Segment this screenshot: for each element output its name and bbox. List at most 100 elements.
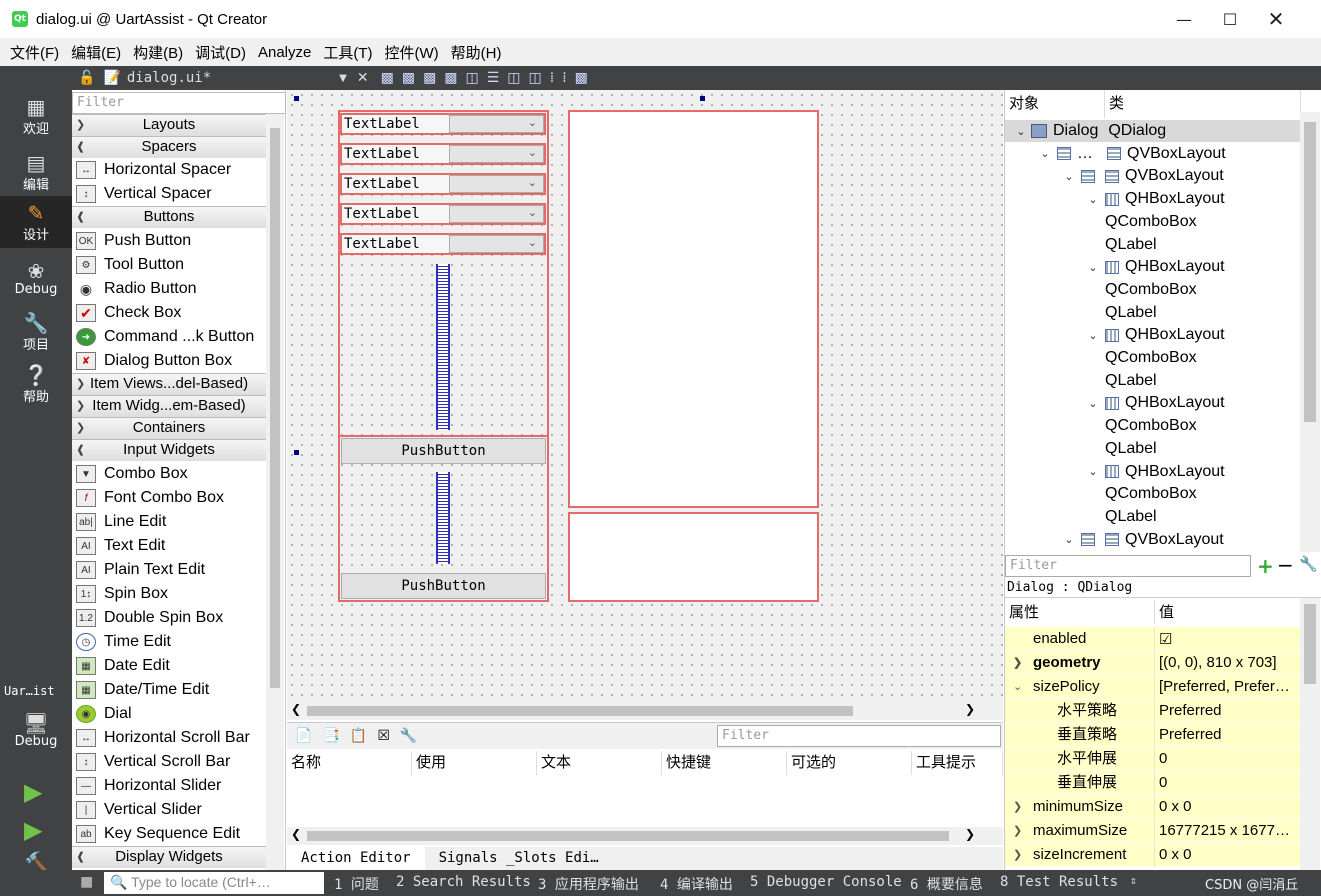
maximize-icon[interactable]: ☐	[1207, 0, 1253, 38]
widget-spin-box[interactable]: 1↕ Spin Box	[72, 582, 266, 606]
action-filter-input[interactable]: Filter	[717, 725, 1001, 747]
toggle-sidebar-icon[interactable]: ■	[80, 874, 93, 890]
output-pane-general[interactable]: 6 概要信息	[910, 874, 983, 894]
widget-text-edit[interactable]: AI Text Edit	[72, 534, 266, 558]
object-tree-row[interactable]: ⌄ … QVBoxLayout	[1005, 143, 1301, 165]
widget-command-link-button[interactable]: ➜ Command ...k Button	[72, 325, 266, 349]
configure-wrench-icon[interactable]: 🔧	[1299, 555, 1318, 573]
menu-file[interactable]: 文件(F)	[4, 42, 65, 63]
output-pane-tests[interactable]: 8 Test Results	[1000, 874, 1118, 890]
property-value[interactable]: 0 x 0	[1155, 846, 1301, 863]
chevron-down-icon[interactable]: ⌄	[1013, 125, 1029, 138]
widget-tool-button[interactable]: ⚙ Tool Button	[72, 253, 266, 277]
kit-selector[interactable]: 🖥 Debug	[0, 702, 72, 758]
text-browser[interactable]	[568, 110, 819, 508]
chevron-down-icon[interactable]: ⌄	[1037, 147, 1053, 160]
object-tree-row[interactable]: QLabel	[1005, 506, 1301, 528]
open-document-name[interactable]: dialog.ui*	[127, 70, 211, 86]
category-layouts[interactable]: ❯ Layouts	[72, 114, 266, 136]
combo-box[interactable]: ⌄	[448, 235, 544, 253]
add-property-icon[interactable]: +	[1257, 554, 1274, 578]
property-filter-input[interactable]: Filter	[1005, 555, 1251, 577]
category-item-widgets[interactable]: ❯ Item Widg...em-Based)	[72, 395, 266, 417]
widget-vertical-spacer[interactable]: ↕ Vertical Spacer	[72, 182, 266, 206]
menu-help[interactable]: 帮助(H)	[445, 42, 508, 63]
column-header-tooltip[interactable]: 工具提示	[912, 751, 1003, 775]
run-icon[interactable]: ▶	[24, 778, 42, 806]
property-row[interactable]: 水平伸展 0	[1005, 746, 1301, 771]
property-row[interactable]: ❯ minimumSize 0 x 0	[1005, 794, 1301, 819]
property-value[interactable]: 0	[1155, 774, 1301, 791]
mode-debug[interactable]: ❀ Debug	[0, 252, 72, 304]
property-value[interactable]: Preferred	[1155, 702, 1301, 719]
object-tree-row[interactable]: ⌄ QHBoxLayout	[1005, 324, 1301, 346]
chevron-right-icon[interactable]: ❯	[1013, 819, 1022, 843]
property-value[interactable]: 0 x 0	[1155, 798, 1301, 815]
object-tree-row[interactable]: ⌄ Dialog QDialog	[1005, 120, 1301, 142]
property-value[interactable]: [Preferred, Prefer…	[1155, 678, 1301, 695]
label-combo-row[interactable]: TextLabel ⌄	[340, 143, 546, 165]
mode-help[interactable]: ❔ 帮助	[0, 358, 72, 410]
object-tree-row[interactable]: QLabel	[1005, 438, 1301, 460]
column-header-checkable[interactable]: 可选的	[787, 751, 912, 775]
new-action-icon[interactable]: 📄	[295, 728, 312, 744]
object-tree-row[interactable]: QLabel	[1005, 234, 1301, 256]
property-row[interactable]: 水平策略 Preferred	[1005, 698, 1301, 723]
action-hscrollbar[interactable]: ❮ ❯	[287, 827, 1003, 845]
combo-box[interactable]: ⌄	[448, 175, 544, 193]
menu-analyze[interactable]: Analyze	[252, 44, 317, 61]
mode-design[interactable]: ✎ 设计	[0, 196, 72, 248]
chevron-down-icon[interactable]: ⌄	[1085, 465, 1101, 478]
scrollbar-thumb[interactable]	[307, 706, 853, 716]
push-button[interactable]: PushButton	[341, 573, 546, 599]
label-combo-row[interactable]: TextLabel ⌄	[340, 233, 546, 255]
push-button[interactable]: PushButton	[341, 438, 546, 464]
widget-box-scrollbar[interactable]	[266, 114, 284, 870]
delete-action-icon[interactable]: ☒	[377, 728, 390, 744]
scrollbar-thumb[interactable]	[307, 831, 949, 841]
widget-date-edit[interactable]: ▦ Date Edit	[72, 654, 266, 678]
object-tree-row[interactable]: QLabel	[1005, 302, 1301, 324]
category-item-views[interactable]: ❯ Item Views...del-Based)	[72, 373, 266, 395]
widget-push-button[interactable]: OK Push Button	[72, 229, 266, 253]
label-combo-row[interactable]: TextLabel ⌄	[340, 173, 546, 195]
object-tree-row[interactable]: ⌄ QVBoxLayout	[1005, 165, 1301, 187]
widget-time-edit[interactable]: ◷ Time Edit	[72, 630, 266, 654]
minimize-icon[interactable]: —	[1161, 0, 1207, 38]
object-tree-row[interactable]: QComboBox	[1005, 483, 1301, 505]
label-combo-row[interactable]: TextLabel ⌄	[340, 113, 546, 135]
chevron-left-icon[interactable]: ❮	[291, 827, 301, 841]
property-value[interactable]: ☑	[1155, 630, 1301, 648]
menu-debug[interactable]: 调试(D)	[189, 42, 252, 63]
chevron-down-icon[interactable]: ⌄	[1085, 261, 1101, 274]
category-input-widgets[interactable]: ❰ Input Widgets	[72, 439, 266, 461]
combo-box[interactable]: ⌄	[448, 115, 544, 133]
output-pane-search[interactable]: 2 Search Results	[396, 874, 531, 890]
column-header-used[interactable]: 使用	[412, 751, 537, 775]
output-pane-compile[interactable]: 4 编译输出	[660, 874, 733, 894]
scrollbar-thumb[interactable]	[1304, 122, 1316, 422]
widget-key-sequence-edit[interactable]: ab Key Sequence Edit	[72, 822, 266, 846]
selection-handle[interactable]	[294, 96, 299, 101]
mode-projects[interactable]: 🔧 项目	[0, 306, 72, 358]
widget-plain-text-edit[interactable]: AI Plain Text Edit	[72, 558, 266, 582]
property-row[interactable]: ❯ maximumSize 16777215 x 1677…	[1005, 818, 1301, 843]
widget-datetime-edit[interactable]: ▦ Date/Time Edit	[72, 678, 266, 702]
object-tree-row[interactable]: QLabel	[1005, 370, 1301, 392]
property-scrollbar[interactable]	[1300, 598, 1320, 870]
chevron-updown-icon[interactable]: ⇕	[1130, 874, 1137, 887]
header-property[interactable]: 属性	[1005, 600, 1155, 624]
header-object[interactable]: 对象	[1005, 90, 1105, 118]
menu-build[interactable]: 构建(B)	[127, 42, 189, 63]
menu-edit[interactable]: 编辑(E)	[65, 42, 127, 63]
object-tree-row[interactable]: QComboBox	[1005, 347, 1301, 369]
column-header-text[interactable]: 文本	[537, 751, 662, 775]
object-tree-row[interactable]: QComboBox	[1005, 211, 1301, 233]
locator-input[interactable]: 🔍 Type to locate (Ctrl+…	[104, 872, 324, 894]
column-header-name[interactable]: 名称	[287, 751, 412, 775]
widget-filter-input[interactable]: Filter	[72, 92, 286, 114]
property-row[interactable]: enabled ☑	[1005, 626, 1301, 651]
text-edit[interactable]	[568, 512, 819, 602]
property-value[interactable]: [(0, 0), 810 x 703]	[1155, 654, 1301, 671]
object-tree-row[interactable]: ⌄ QHBoxLayout	[1005, 188, 1301, 210]
